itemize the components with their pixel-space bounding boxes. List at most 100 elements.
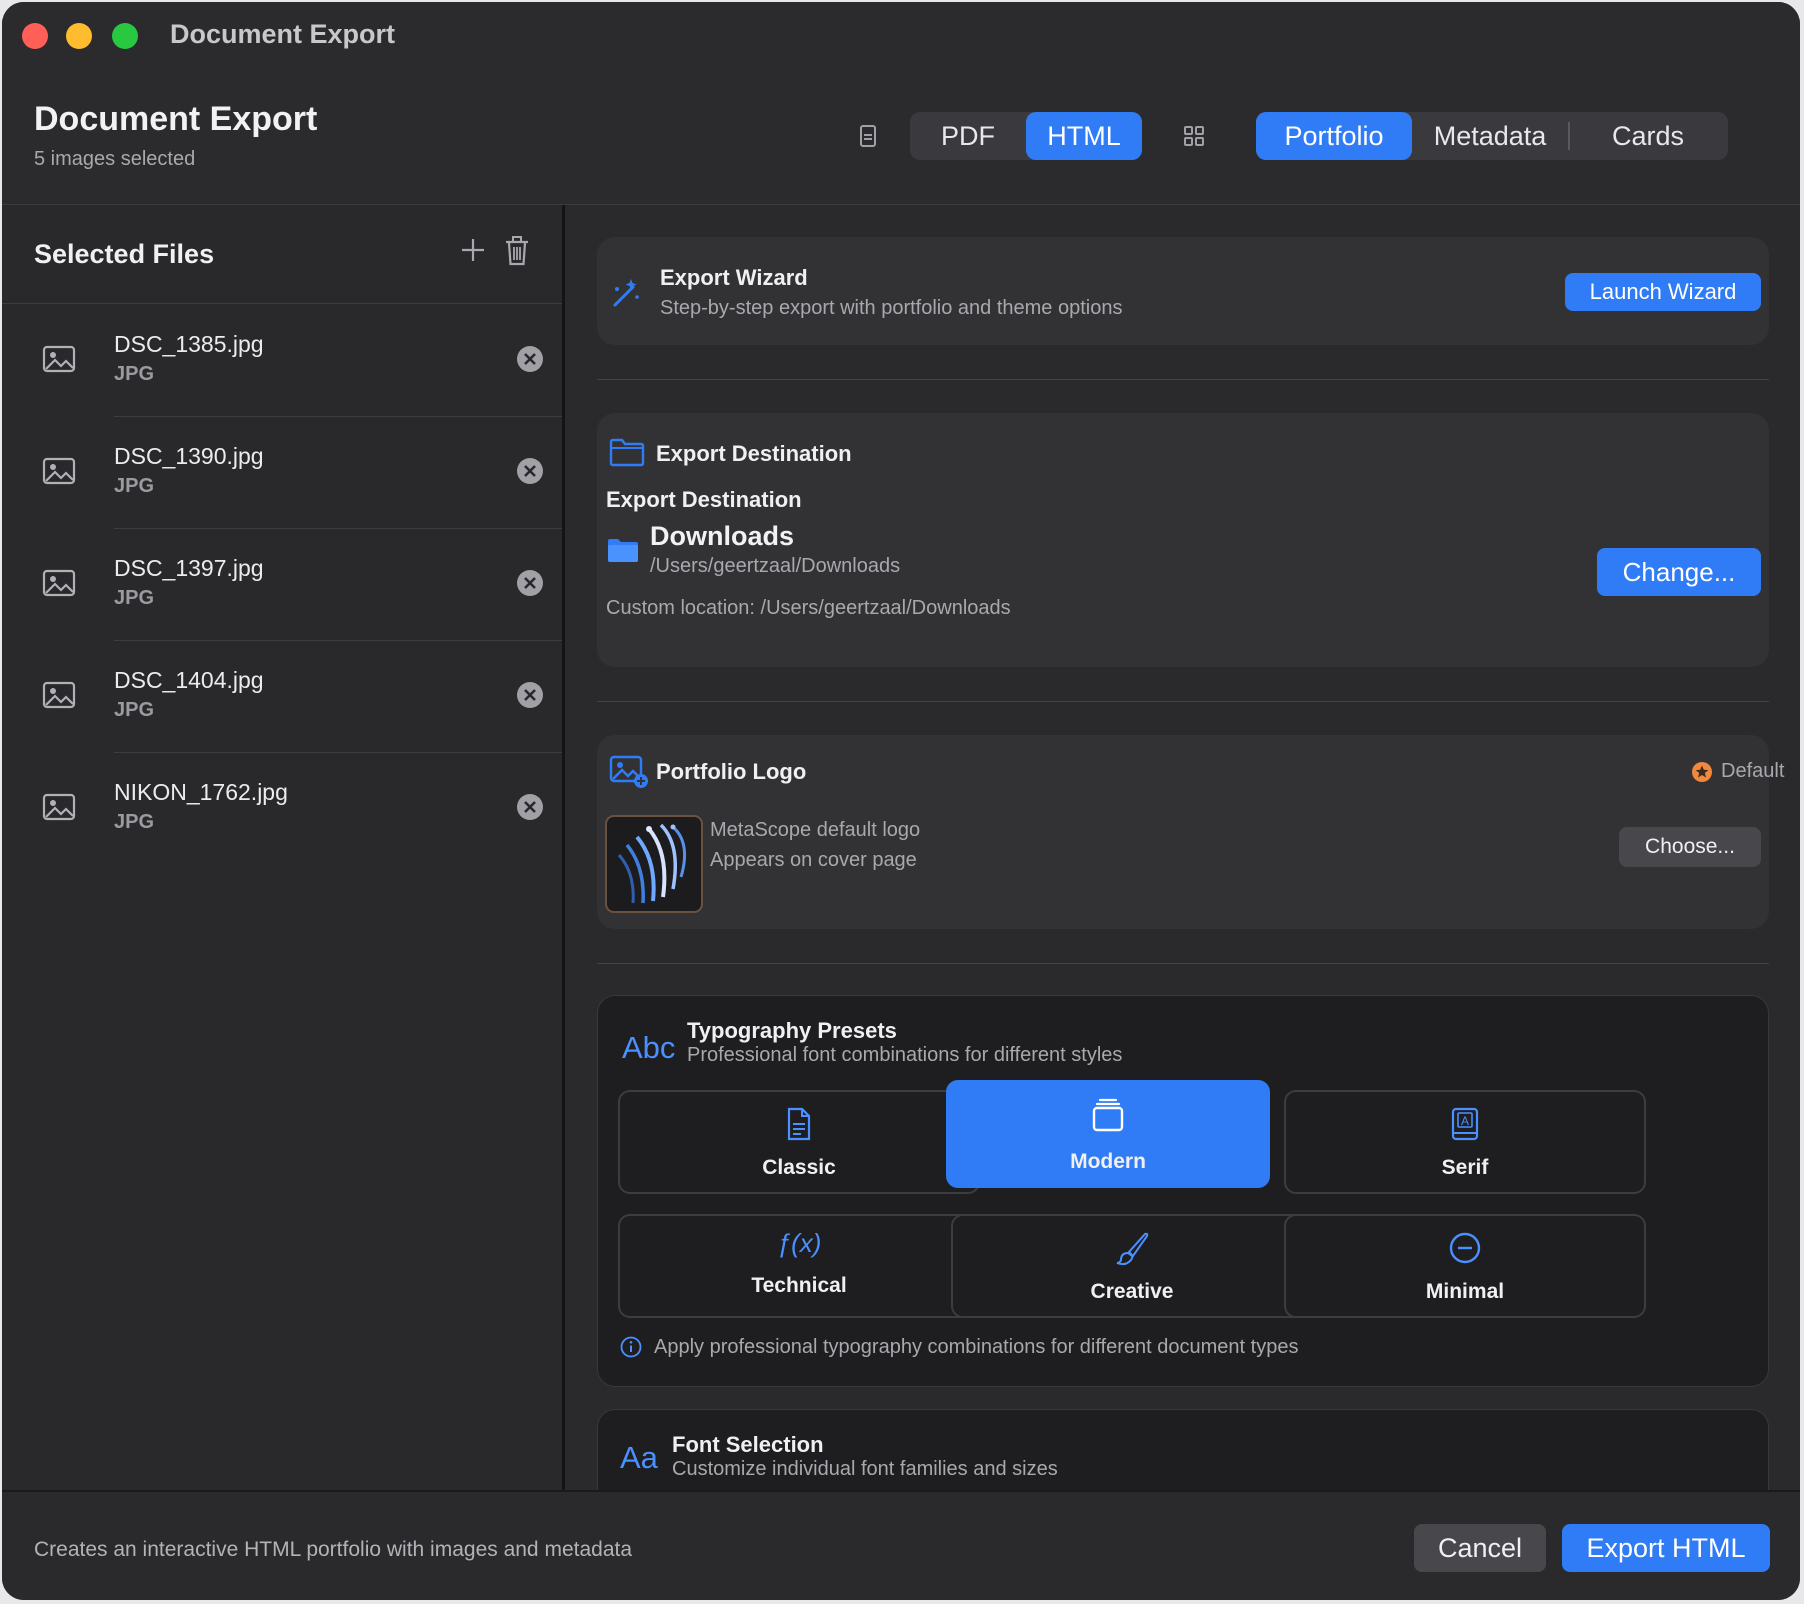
photo-add-icon xyxy=(609,755,648,788)
zoom-window-button[interactable] xyxy=(112,23,138,49)
document-icon xyxy=(787,1107,811,1141)
wizard-title: Export Wizard xyxy=(660,265,808,290)
export-destination-card: Export Destination Export Destination Do… xyxy=(597,413,1769,667)
svg-text:A: A xyxy=(1461,1114,1469,1128)
preset-serif[interactable]: A Serif xyxy=(1284,1090,1646,1194)
logo-title: Portfolio Logo xyxy=(656,759,807,784)
export-header: Document Export 5 images selected PDF HT… xyxy=(2,68,1800,205)
remove-file-icon[interactable] xyxy=(516,681,544,709)
grid-icon xyxy=(1184,126,1204,146)
remove-file-icon[interactable] xyxy=(516,457,544,485)
image-icon xyxy=(42,345,76,373)
minus-circle-icon xyxy=(1449,1232,1481,1264)
magic-wand-icon xyxy=(613,279,639,307)
preset-modern[interactable]: Modern xyxy=(946,1080,1270,1188)
star-badge-icon xyxy=(1692,762,1712,782)
preset-label: Creative xyxy=(1090,1280,1174,1303)
export-wizard-card: Export Wizard Step-by-step export with p… xyxy=(597,237,1769,345)
file-type: JPG xyxy=(114,699,155,721)
typography-presets-card: Abc Typography Presets Professional font… xyxy=(597,995,1769,1387)
trash-icon[interactable] xyxy=(502,235,532,267)
title-bar: Document Export xyxy=(2,2,1800,69)
selection-count: 5 images selected xyxy=(34,148,196,170)
file-row[interactable]: DSC_1404.jpg JPG xyxy=(2,641,562,753)
book-icon: A xyxy=(1451,1107,1479,1141)
info-icon xyxy=(620,1336,642,1358)
remove-file-icon[interactable] xyxy=(516,569,544,597)
close-window-button[interactable] xyxy=(22,23,48,49)
cancel-button[interactable]: Cancel xyxy=(1414,1524,1546,1572)
change-destination-button[interactable]: Change... xyxy=(1597,548,1761,596)
abc-icon: Abc xyxy=(622,1030,676,1065)
remove-file-icon[interactable] xyxy=(516,793,544,821)
file-row[interactable]: DSC_1385.jpg JPG xyxy=(2,305,562,417)
custom-location: Custom location: /Users/geertzaal/Downlo… xyxy=(606,597,1011,619)
preset-label: Serif xyxy=(1441,1156,1489,1179)
folder-filled-icon xyxy=(608,539,638,562)
tab-pdf[interactable]: PDF xyxy=(910,112,1026,160)
format-segmented-control: PDF HTML xyxy=(910,112,1142,160)
tab-portfolio[interactable]: Portfolio xyxy=(1256,112,1412,160)
tab-cards[interactable]: Cards xyxy=(1570,112,1726,160)
sidebar-divider xyxy=(2,303,562,304)
file-name: DSC_1397.jpg xyxy=(114,555,264,581)
logo-description: Appears on cover page xyxy=(710,849,917,871)
font-selection-card: Aa Font Selection Customize individual f… xyxy=(597,1409,1769,1490)
section-divider xyxy=(597,701,1769,702)
section-divider xyxy=(597,963,1769,964)
file-type: JPG xyxy=(114,363,155,385)
document-icon xyxy=(860,125,876,147)
sidebar-title: Selected Files xyxy=(34,239,215,269)
window-title: Document Export xyxy=(170,19,396,49)
choose-logo-button[interactable]: Choose... xyxy=(1619,827,1761,867)
file-row[interactable]: DSC_1390.jpg JPG xyxy=(2,417,562,529)
destination-path: /Users/geertzaal/Downloads xyxy=(650,555,901,577)
tab-metadata[interactable]: Metadata xyxy=(1412,112,1568,160)
function-icon: ƒ(x) xyxy=(776,1228,822,1258)
image-icon xyxy=(42,681,76,709)
image-icon xyxy=(42,793,76,821)
settings-panel: Export Wizard Step-by-step export with p… xyxy=(565,205,1800,1490)
section-divider xyxy=(597,379,1769,380)
file-name: NIKON_1762.jpg xyxy=(114,779,288,805)
destination-section-title: Export Destination xyxy=(656,441,852,466)
default-badge: Default xyxy=(1721,760,1785,782)
preset-label: Classic xyxy=(762,1156,836,1179)
preset-minimal[interactable]: Minimal xyxy=(1284,1214,1646,1318)
file-name: DSC_1390.jpg xyxy=(114,443,264,469)
file-row[interactable]: DSC_1397.jpg JPG xyxy=(2,529,562,641)
preset-label: Modern xyxy=(1070,1150,1146,1173)
tab-html[interactable]: HTML xyxy=(1026,112,1142,160)
file-sidebar: Selected Files DSC_1385.jpg JPG DSC_1390… xyxy=(2,205,565,1490)
export-description: Creates an interactive HTML portfolio wi… xyxy=(34,1538,633,1561)
typography-subtitle: Professional font combinations for diffe… xyxy=(687,1044,1123,1066)
destination-folder: Downloads xyxy=(650,521,795,551)
export-window: Document Export Document Export 5 images… xyxy=(2,2,1800,1600)
folder-icon xyxy=(609,438,645,467)
view-segmented-control: Portfolio Metadata Cards xyxy=(1256,112,1728,160)
preset-classic[interactable]: Classic xyxy=(618,1090,980,1194)
font-aa-icon: Aa xyxy=(620,1440,658,1475)
image-icon xyxy=(42,569,76,597)
file-name: DSC_1385.jpg xyxy=(114,331,264,357)
preset-creative[interactable]: Creative xyxy=(951,1214,1313,1318)
logo-thumbnail[interactable] xyxy=(605,815,703,913)
portfolio-logo-card: Portfolio Logo Default MetaScope default… xyxy=(597,735,1784,929)
minimize-window-button[interactable] xyxy=(66,23,92,49)
preset-label: Minimal xyxy=(1425,1280,1505,1303)
logo-name: MetaScope default logo xyxy=(710,819,921,841)
footer-bar: Creates an interactive HTML portfolio wi… xyxy=(2,1490,1800,1600)
add-icon[interactable] xyxy=(458,235,488,265)
font-selection-subtitle: Customize individual font families and s… xyxy=(672,1458,1058,1480)
wizard-subtitle: Step-by-step export with portfolio and t… xyxy=(660,297,1123,319)
export-html-button[interactable]: Export HTML xyxy=(1562,1524,1770,1572)
preset-label: Technical xyxy=(751,1274,847,1297)
typography-info: Apply professional typography combinatio… xyxy=(654,1336,1299,1358)
file-type: JPG xyxy=(114,475,155,497)
file-row[interactable]: NIKON_1762.jpg JPG xyxy=(2,753,562,865)
launch-wizard-button[interactable]: Launch Wizard xyxy=(1565,273,1761,311)
stack-icon xyxy=(1092,1098,1124,1132)
remove-file-icon[interactable] xyxy=(516,345,544,373)
font-selection-title: Font Selection xyxy=(672,1432,824,1457)
preset-technical[interactable]: ƒ(x) Technical xyxy=(618,1214,980,1318)
